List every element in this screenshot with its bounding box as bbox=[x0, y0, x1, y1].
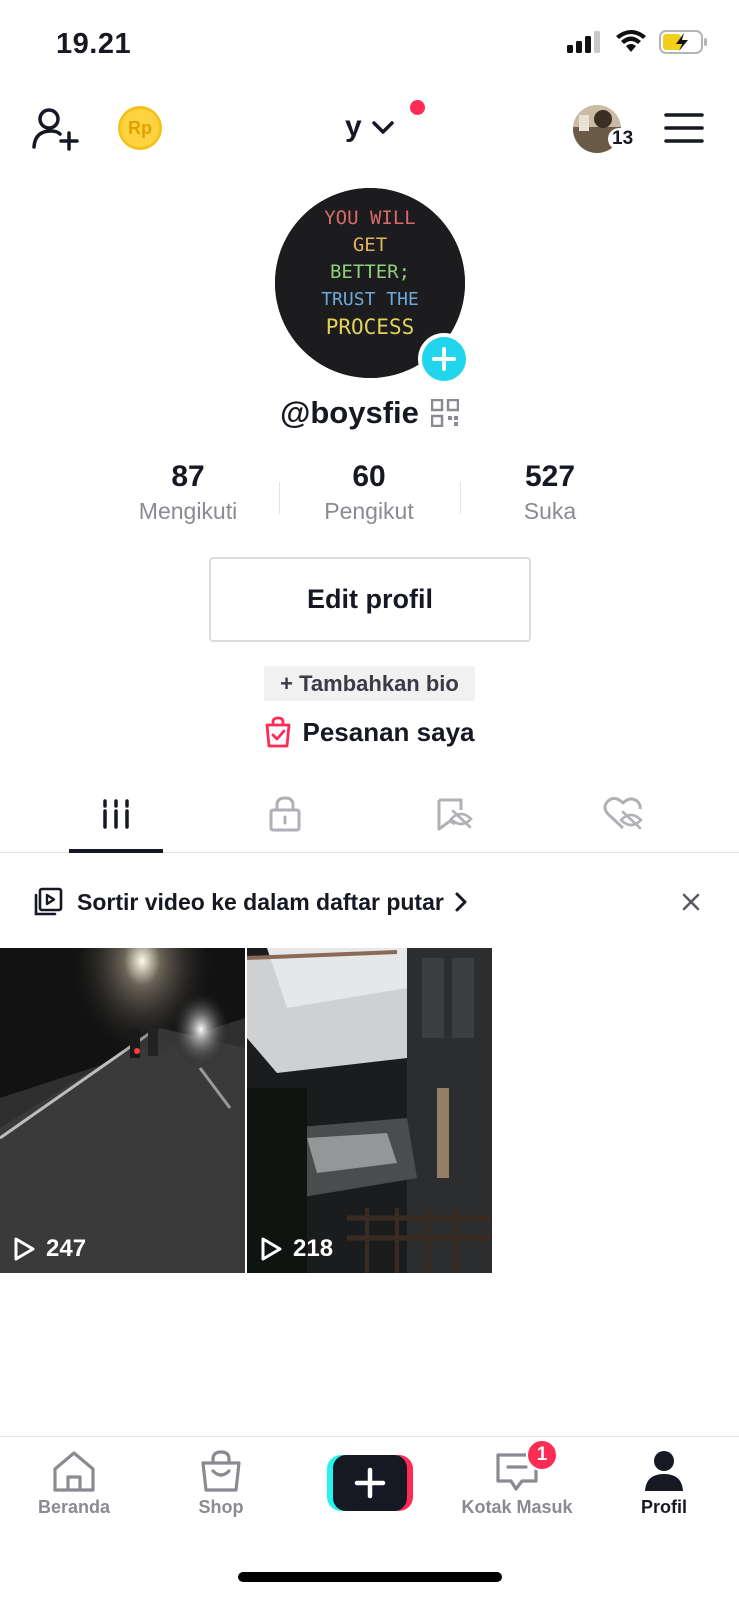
profile-handle: @boysfie bbox=[280, 395, 419, 430]
account-username: y bbox=[344, 110, 362, 143]
lock-icon bbox=[269, 796, 301, 832]
friends-count: 13 bbox=[608, 128, 638, 150]
menu-button[interactable] bbox=[662, 108, 706, 148]
add-avatar-button[interactable] bbox=[418, 333, 470, 385]
plus-icon bbox=[327, 1455, 413, 1511]
video-thumbnail-image bbox=[247, 948, 492, 1273]
svg-text:BETTER;: BETTER; bbox=[330, 261, 410, 283]
svg-text:YOU WILL: YOU WILL bbox=[324, 207, 416, 229]
wifi-icon bbox=[616, 30, 646, 52]
play-icon bbox=[261, 1237, 282, 1261]
stat-likes[interactable]: 527 Suka bbox=[460, 460, 640, 525]
profile-stats: 87 Mengikuti 60 Pengikut 527 Suka bbox=[0, 460, 739, 532]
inbox-badge: 1 bbox=[526, 1439, 558, 1471]
stat-value: 87 bbox=[171, 460, 205, 493]
profile-tabs bbox=[0, 775, 739, 853]
home-icon bbox=[53, 1451, 95, 1492]
nav-label: Kotak Masuk bbox=[461, 1497, 573, 1517]
hamburger-menu-icon bbox=[664, 113, 704, 143]
video-thumbnail-image bbox=[0, 948, 245, 1273]
stat-following[interactable]: 87 Mengikuti bbox=[98, 460, 278, 525]
notification-dot bbox=[410, 100, 425, 115]
my-orders-link[interactable]: Pesanan saya bbox=[0, 716, 739, 748]
view-count-value: 247 bbox=[46, 1235, 87, 1262]
cellular-signal-icon bbox=[567, 31, 600, 53]
stat-followers[interactable]: 60 Pengikut bbox=[279, 460, 459, 525]
home-indicator bbox=[238, 1572, 502, 1582]
sort-playlist-banner[interactable]: Sortir video ke dalam daftar putar bbox=[0, 862, 739, 942]
tab-liked[interactable] bbox=[577, 775, 671, 853]
active-tab-indicator bbox=[69, 849, 163, 853]
view-count-value: 218 bbox=[293, 1235, 334, 1262]
status-icons bbox=[567, 30, 709, 54]
video-thumbnail[interactable]: 247 bbox=[0, 948, 245, 1273]
nav-home[interactable]: Beranda bbox=[14, 1449, 134, 1518]
playlist-icon bbox=[34, 887, 63, 916]
tab-private[interactable] bbox=[238, 775, 332, 853]
status-bar: 19.21 bbox=[0, 0, 739, 92]
qr-code-icon[interactable] bbox=[430, 399, 459, 427]
view-count: 218 bbox=[259, 1235, 333, 1263]
close-icon[interactable] bbox=[681, 892, 701, 912]
plus-icon bbox=[432, 347, 456, 371]
my-orders-label: Pesanan saya bbox=[302, 716, 475, 747]
sort-banner-text: Sortir video ke dalam daftar putar bbox=[77, 888, 444, 915]
play-icon bbox=[14, 1237, 35, 1261]
stat-label: Pengikut bbox=[324, 498, 414, 524]
nav-shop[interactable]: Shop bbox=[161, 1449, 281, 1518]
svg-text:GET: GET bbox=[353, 234, 387, 256]
svg-text:PROCESS: PROCESS bbox=[326, 315, 415, 339]
chevron-right-icon bbox=[455, 892, 467, 912]
hidden-bookmark-icon bbox=[437, 798, 473, 831]
nav-inbox[interactable]: Kotak Masuk bbox=[457, 1449, 577, 1518]
stat-value: 527 bbox=[524, 460, 576, 493]
nav-label: Profil bbox=[640, 1497, 687, 1517]
view-count: 247 bbox=[12, 1235, 86, 1263]
status-time: 19.21 bbox=[56, 28, 132, 60]
nav-profile[interactable]: Profil bbox=[604, 1449, 724, 1518]
stat-label: Mengikuti bbox=[138, 498, 238, 524]
edit-profile-button[interactable]: Edit profil bbox=[209, 557, 531, 642]
nav-label: Beranda bbox=[37, 1497, 111, 1517]
video-thumbnail[interactable]: 218 bbox=[247, 948, 492, 1273]
tab-favorites[interactable] bbox=[408, 775, 502, 853]
grid-icon bbox=[103, 799, 129, 829]
svg-text:TRUST THE: TRUST THE bbox=[321, 289, 419, 310]
add-bio-button[interactable]: + Tambahkan bio bbox=[264, 666, 475, 701]
tab-videos[interactable] bbox=[69, 775, 163, 853]
shopping-bag-icon bbox=[266, 716, 291, 748]
shop-bag-icon bbox=[201, 1450, 241, 1492]
create-button[interactable] bbox=[327, 1455, 413, 1511]
stat-label: Suka bbox=[523, 498, 577, 524]
profile-header: Rp y 13 bbox=[0, 92, 739, 172]
nav-label: Shop bbox=[198, 1497, 244, 1517]
hidden-heart-icon bbox=[603, 796, 643, 830]
handle-row: @boysfie bbox=[0, 395, 739, 431]
person-icon bbox=[645, 1451, 683, 1491]
stat-value: 60 bbox=[352, 460, 386, 493]
chevron-down-icon bbox=[372, 121, 394, 134]
battery-charging-icon bbox=[659, 30, 707, 54]
